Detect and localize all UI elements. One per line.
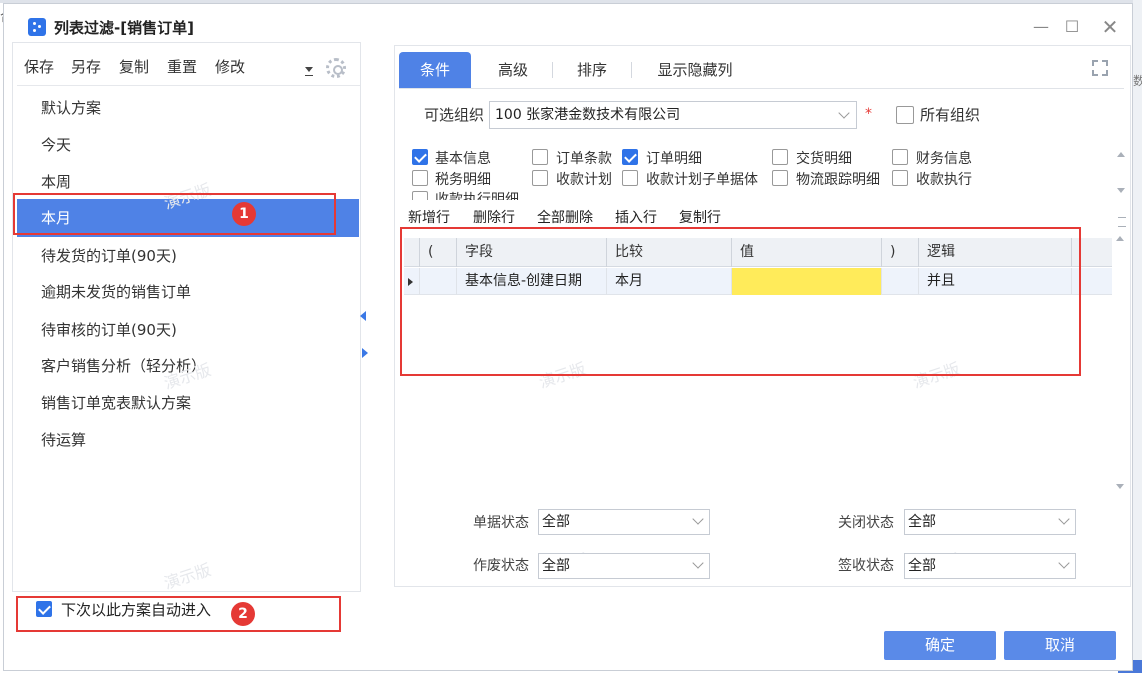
org-select[interactable]: 100 张家港金数技术有限公司 <box>489 101 857 129</box>
option-checkbox-finance-info[interactable] <box>892 149 908 165</box>
modify-button[interactable]: 修改 <box>215 56 245 77</box>
option-checkbox-receipt-exec-detail[interactable] <box>412 191 428 200</box>
tab-sort[interactable]: 排序 <box>561 52 623 88</box>
option-label: 收款计划子单据体 <box>646 172 758 188</box>
more-dropdown-icon[interactable] <box>305 67 313 72</box>
scheme-item-to-compute[interactable]: 待运算 <box>17 421 359 459</box>
fullscreen-icon[interactable] <box>1092 60 1108 76</box>
tab-separator <box>552 62 553 78</box>
option-label: 物流跟踪明细 <box>796 172 880 188</box>
option-checkbox-order-terms[interactable] <box>532 149 548 165</box>
copy-scheme-button[interactable]: 复制 <box>119 56 149 77</box>
annotation-box-scheme <box>13 193 336 235</box>
expand-right-icon[interactable] <box>362 348 368 358</box>
option-label: 收款执行明细 <box>435 192 519 200</box>
save-button[interactable]: 保存 <box>24 56 54 77</box>
copy-row-button[interactable]: 复制行 <box>679 207 721 227</box>
option-checkbox-basic-info[interactable] <box>412 149 428 165</box>
scheme-item-overdue[interactable]: 逾期未发货的销售订单 <box>17 273 359 311</box>
option-checkbox-order-detail[interactable] <box>622 149 638 165</box>
option-checkbox-receipt-plan-sub[interactable] <box>622 170 638 186</box>
tab-show-hide-columns[interactable]: 显示隐藏列 <box>640 52 750 88</box>
watermark: 演示版 <box>161 559 214 593</box>
tab-condition[interactable]: 条件 <box>399 52 471 88</box>
minimize-icon[interactable]: — <box>1031 17 1051 37</box>
option-label: 收款计划 <box>556 172 612 188</box>
option-checkbox-logistics-detail[interactable] <box>772 170 788 186</box>
option-label: 交货明细 <box>796 151 852 167</box>
option-checkbox-tax-detail[interactable] <box>412 170 428 186</box>
add-row-button[interactable]: 新增行 <box>408 207 450 227</box>
toolbar-divider <box>17 85 360 86</box>
scheme-item-default[interactable]: 默认方案 <box>17 89 359 127</box>
option-label: 基本信息 <box>435 151 491 167</box>
delete-row-button[interactable]: 删除行 <box>473 207 515 227</box>
required-mark: * <box>865 106 872 122</box>
option-label: 税务明细 <box>435 172 491 188</box>
scheme-item-pending-delivery[interactable]: 待发货的订单(90天) <box>17 237 359 275</box>
maximize-icon[interactable]: ☐ <box>1062 17 1082 37</box>
option-label: 订单明细 <box>646 151 702 167</box>
grid-scroll-down-icon[interactable] <box>1116 484 1124 489</box>
scheme-item-pending-audit[interactable]: 待审核的订单(90天) <box>17 311 359 349</box>
sign-status-label: 签收状态 <box>838 558 894 574</box>
option-checkbox-receipt-plan[interactable] <box>532 170 548 186</box>
collapse-left-icon[interactable] <box>360 311 366 321</box>
org-label: 可选组织 <box>424 106 485 124</box>
option-checkbox-receipt-exec[interactable] <box>892 170 908 186</box>
void-status-label: 作废状态 <box>473 558 529 574</box>
annotation-badge: 2 <box>231 602 255 626</box>
tab-advanced[interactable]: 高级 <box>482 52 544 88</box>
option-label: 财务信息 <box>916 151 972 167</box>
annotation-box-auto-enter <box>16 596 341 632</box>
close-icon[interactable]: ✕ <box>1100 17 1120 37</box>
option-checkbox-delivery-detail[interactable] <box>772 149 788 165</box>
options-scroll-down-icon[interactable] <box>1117 188 1125 193</box>
options-overflow-clip: 收款执行明细 <box>410 189 1110 200</box>
cancel-button[interactable]: 取消 <box>1004 631 1116 660</box>
option-label: 订单条款 <box>556 151 612 167</box>
annotation-box-grid <box>400 227 1081 376</box>
scheme-panel: 保存 另存 复制 重置 修改 默认方案 今天 本周 本月 待发货的订单(90天)… <box>12 42 361 593</box>
more-dropdown-underline <box>305 75 313 76</box>
tab-separator <box>631 62 632 78</box>
gear-icon[interactable] <box>326 58 346 78</box>
background-app-right <box>1133 0 1142 673</box>
doc-status-label: 单据状态 <box>473 515 529 531</box>
grid-scroll-up-icon[interactable] <box>1116 236 1124 241</box>
background-text-right: 数 <box>1133 74 1142 88</box>
app-logo-icon <box>28 18 46 36</box>
doc-status-select[interactable]: 全部 <box>538 509 710 535</box>
annotation-badge: 1 <box>232 202 256 226</box>
grid-toolbar-scroll-icon[interactable] <box>1118 217 1126 227</box>
scheme-item-wide-table[interactable]: 销售订单宽表默认方案 <box>17 384 359 422</box>
options-scroll-up-icon[interactable] <box>1117 152 1125 157</box>
all-org-label: 所有组织 <box>920 106 981 124</box>
delete-all-button[interactable]: 全部删除 <box>537 207 593 227</box>
option-label: 收款执行 <box>916 172 972 188</box>
void-status-select[interactable]: 全部 <box>538 553 710 579</box>
window-title: 列表过滤-[销售订单] <box>54 19 194 37</box>
close-status-label: 关闭状态 <box>838 515 894 531</box>
close-status-select[interactable]: 全部 <box>904 509 1076 535</box>
save-as-button[interactable]: 另存 <box>71 56 101 77</box>
ok-button[interactable]: 确定 <box>884 631 996 660</box>
scheme-item-today[interactable]: 今天 <box>17 126 359 164</box>
all-org-checkbox[interactable] <box>896 106 914 124</box>
reset-button[interactable]: 重置 <box>167 56 197 77</box>
tab-underline <box>399 88 1124 89</box>
sign-status-select[interactable]: 全部 <box>904 553 1076 579</box>
insert-row-button[interactable]: 插入行 <box>615 207 657 227</box>
